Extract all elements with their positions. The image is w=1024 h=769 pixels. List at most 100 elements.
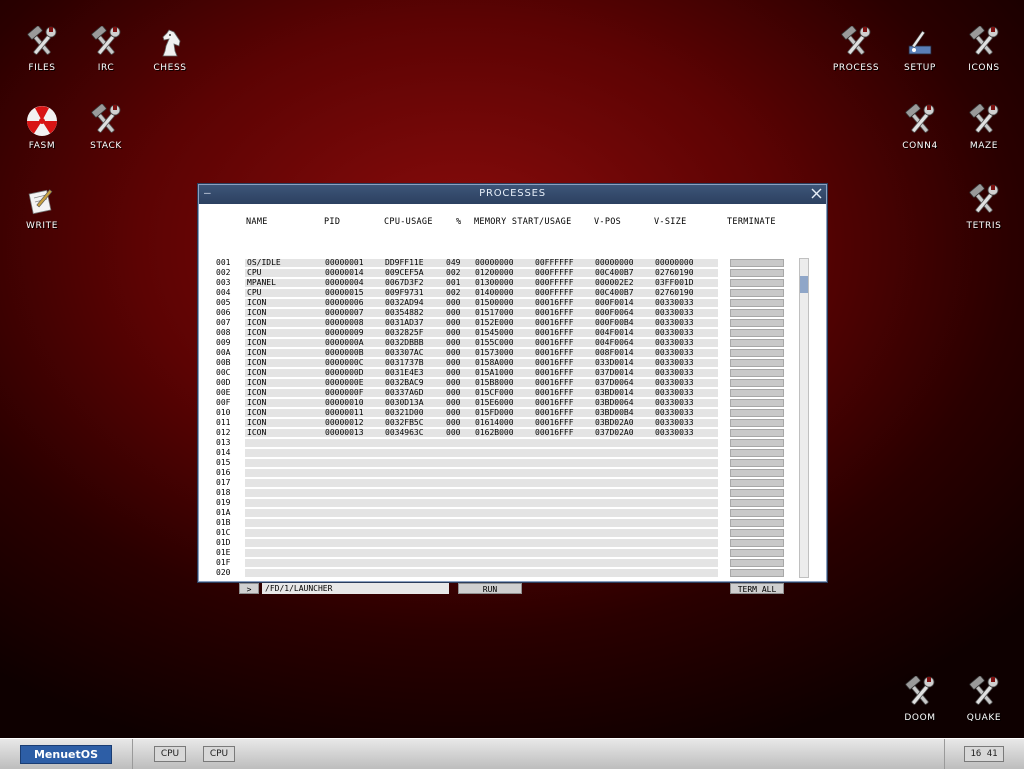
desktop-icon-setup[interactable]: SETUP <box>888 26 952 73</box>
terminate-button[interactable] <box>730 289 784 297</box>
terminate-button[interactable] <box>730 509 784 517</box>
run-button[interactable]: RUN <box>458 583 522 594</box>
column-header-terminate: TERMINATE <box>727 217 776 227</box>
terminate-button[interactable] <box>730 479 784 487</box>
terminate-button[interactable] <box>730 459 784 467</box>
terminate-button[interactable] <box>730 449 784 457</box>
terminate-button[interactable] <box>730 379 784 387</box>
process-row[interactable]: 004 CPU 00000015 009F9731 002 01400000 000FFFF… <box>216 288 718 298</box>
process-row[interactable]: 014 <box>216 448 718 458</box>
process-memory-usage: 00016FFF <box>535 308 574 317</box>
terminate-button[interactable] <box>730 309 784 317</box>
process-row[interactable]: 00D ICON 0000000E 0032BAC9 000 015B8000 00016F… <box>216 378 718 388</box>
process-row[interactable]: 01E <box>216 548 718 558</box>
process-vsize: 00000000 <box>655 258 694 267</box>
process-row[interactable]: 00F ICON 00000010 0030D13A 000 015E6000 00016F… <box>216 398 718 408</box>
desktop-icon-maze[interactable]: MAZE <box>952 104 1016 151</box>
process-row[interactable]: 008 ICON 00000009 0032825F 000 01545000 00016F… <box>216 328 718 338</box>
process-row[interactable]: 018 <box>216 488 718 498</box>
desktop-icon-irc[interactable]: IRC <box>74 26 138 73</box>
terminate-button[interactable] <box>730 419 784 427</box>
terminate-button[interactable] <box>730 499 784 507</box>
process-row[interactable]: 005 ICON 00000006 0032AD94 000 01500000 00016F… <box>216 298 718 308</box>
desktop-icon-tetris[interactable]: TETRIS <box>952 184 1016 231</box>
terminate-button[interactable] <box>730 349 784 357</box>
process-row[interactable]: 015 <box>216 458 718 468</box>
process-row[interactable]: 00A ICON 0000000B 003307AC 000 01573000 00016F… <box>216 348 718 358</box>
terminate-button[interactable] <box>730 359 784 367</box>
terminate-button[interactable] <box>730 369 784 377</box>
terminate-button[interactable] <box>730 469 784 477</box>
process-row[interactable]: 00C ICON 0000000D 0031E4E3 000 015A1000 00016F… <box>216 368 718 378</box>
prompt-button[interactable]: > <box>239 583 259 594</box>
terminate-button[interactable] <box>730 399 784 407</box>
process-vpos: 008F0014 <box>595 348 634 357</box>
terminate-button[interactable] <box>730 529 784 537</box>
process-row[interactable]: 00B ICON 0000000C 0031737B 000 0158A000 00016F… <box>216 358 718 368</box>
process-name: CPU <box>247 268 262 277</box>
desktop-icon-doom[interactable]: DOOM <box>888 676 952 723</box>
process-row[interactable]: 016 <box>216 468 718 478</box>
menuet-menu-button[interactable]: MenuetOS <box>20 745 112 764</box>
desktop-icon-quake[interactable]: QUAKE <box>952 676 1016 723</box>
terminate-button[interactable] <box>730 409 784 417</box>
desktop-icon-process[interactable]: PROCESS <box>824 26 888 73</box>
process-row[interactable]: 01A <box>216 508 718 518</box>
terminate-button[interactable] <box>730 489 784 497</box>
desktop-icon-conn4[interactable]: CONN4 <box>888 104 952 151</box>
taskbar-task-cpu[interactable]: CPU <box>203 746 235 762</box>
process-row[interactable]: 01F <box>216 558 718 568</box>
process-cpu-usage: 0032BAC9 <box>385 378 424 387</box>
terminate-button[interactable] <box>730 389 784 397</box>
process-row[interactable]: 007 ICON 00000008 0031AD37 000 0152E000 00016F… <box>216 318 718 328</box>
process-name: OS/IDLE <box>247 258 281 267</box>
terminate-button[interactable] <box>730 519 784 527</box>
process-row[interactable]: 012 ICON 00000013 0034963C 000 0162B000 00016F… <box>216 428 718 438</box>
row-number: 019 <box>216 498 231 507</box>
path-input[interactable]: /FD/1/LAUNCHER <box>262 583 449 594</box>
terminate-button[interactable] <box>730 269 784 277</box>
process-row[interactable]: 002 CPU 00000014 009CEF5A 002 01200000 000FFFF… <box>216 268 718 278</box>
terminate-button[interactable] <box>730 539 784 547</box>
terminate-button[interactable] <box>730 549 784 557</box>
process-row[interactable]: 003 MPANEL 00000004 0067D3F2 001 01300000 000F… <box>216 278 718 288</box>
desktop-icon-stack[interactable]: STACK <box>74 104 138 151</box>
close-icon[interactable] <box>809 186 824 201</box>
window-titlebar[interactable]: — PROCESSES <box>199 185 826 204</box>
terminate-button[interactable] <box>730 439 784 447</box>
process-row[interactable]: 001 OS/IDLE 00000001 DD9FF11E 049 00000000 00F… <box>216 258 718 268</box>
desktop-icon-files[interactable]: FILES <box>10 26 74 73</box>
process-row[interactable]: 020 <box>216 568 718 578</box>
desktop-icon-chess[interactable]: CHESS <box>138 26 202 73</box>
process-row[interactable]: 006 ICON 00000007 00354882 000 01517000 00016F… <box>216 308 718 318</box>
desktop-icon-write[interactable]: WRITE <box>10 184 74 231</box>
process-row[interactable]: 019 <box>216 498 718 508</box>
process-vpos: 03BD00B4 <box>595 408 634 417</box>
terminate-button[interactable] <box>730 259 784 267</box>
desktop-icon-icons[interactable]: ICONS <box>952 26 1016 73</box>
terminate-button[interactable] <box>730 299 784 307</box>
desktop-icon-fasm[interactable]: FASM <box>10 104 74 151</box>
terminate-button[interactable] <box>730 429 784 437</box>
process-row[interactable]: 010 ICON 00000011 00321D00 000 015FD000 00016F… <box>216 408 718 418</box>
process-row[interactable]: 013 <box>216 438 718 448</box>
taskbar-task-cpu[interactable]: CPU <box>154 746 186 762</box>
terminate-button[interactable] <box>730 569 784 577</box>
row-number: 009 <box>216 338 231 347</box>
process-row[interactable]: 01C <box>216 528 718 538</box>
terminate-button[interactable] <box>730 319 784 327</box>
terminate-button[interactable] <box>730 329 784 337</box>
process-row[interactable]: 011 ICON 00000012 0032FB5C 000 01614000 00016F… <box>216 418 718 428</box>
scrollbar[interactable] <box>799 258 809 578</box>
tools-icon <box>89 104 123 138</box>
terminate-button[interactable] <box>730 279 784 287</box>
terminate-button[interactable] <box>730 339 784 347</box>
process-row[interactable]: 01D <box>216 538 718 548</box>
scrollbar-thumb[interactable] <box>800 276 808 293</box>
terminate-button[interactable] <box>730 559 784 567</box>
process-row[interactable]: 009 ICON 0000000A 0032DBBB 000 0155C000 00016F… <box>216 338 718 348</box>
process-row[interactable]: 00E ICON 0000000F 00337A6D 000 015CF000 00016F… <box>216 388 718 398</box>
process-row[interactable]: 017 <box>216 478 718 488</box>
process-row[interactable]: 01B <box>216 518 718 528</box>
term-all-button[interactable]: TERM ALL <box>730 583 784 594</box>
